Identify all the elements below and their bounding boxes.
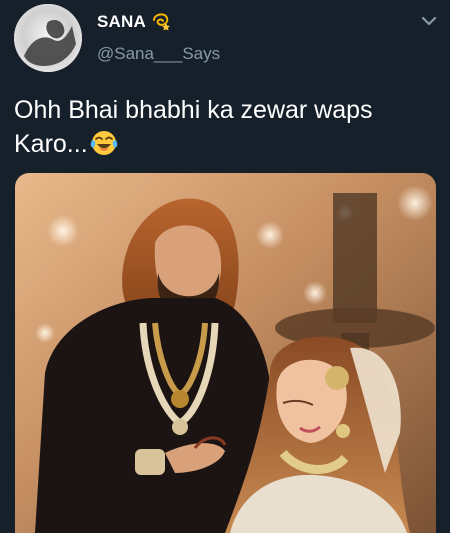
tweet: SANA @Sana___Says Ohh Bhai bhabhi ka zew… xyxy=(0,0,450,533)
tweet-photo[interactable] xyxy=(15,173,436,533)
avatar[interactable] xyxy=(14,4,82,72)
chevron-down-icon[interactable] xyxy=(420,15,438,29)
tweet-text-line-2: Karo... xyxy=(14,127,434,161)
display-name[interactable]: SANA xyxy=(97,12,146,32)
dizzy-star-icon xyxy=(153,13,170,31)
tweet-text-line-1: Ohh Bhai bhabhi ka zewar waps xyxy=(14,96,373,124)
face-with-tears-of-joy-icon xyxy=(90,131,117,155)
wedding-photo-image xyxy=(15,173,436,533)
user-handle[interactable]: @Sana___Says xyxy=(97,44,220,64)
tweet-text: Ohh Bhai bhabhi ka zewar waps Karo... xyxy=(14,93,434,161)
tweet-text-line-2-text: Karo... xyxy=(14,130,88,158)
avatar-image xyxy=(14,4,82,72)
